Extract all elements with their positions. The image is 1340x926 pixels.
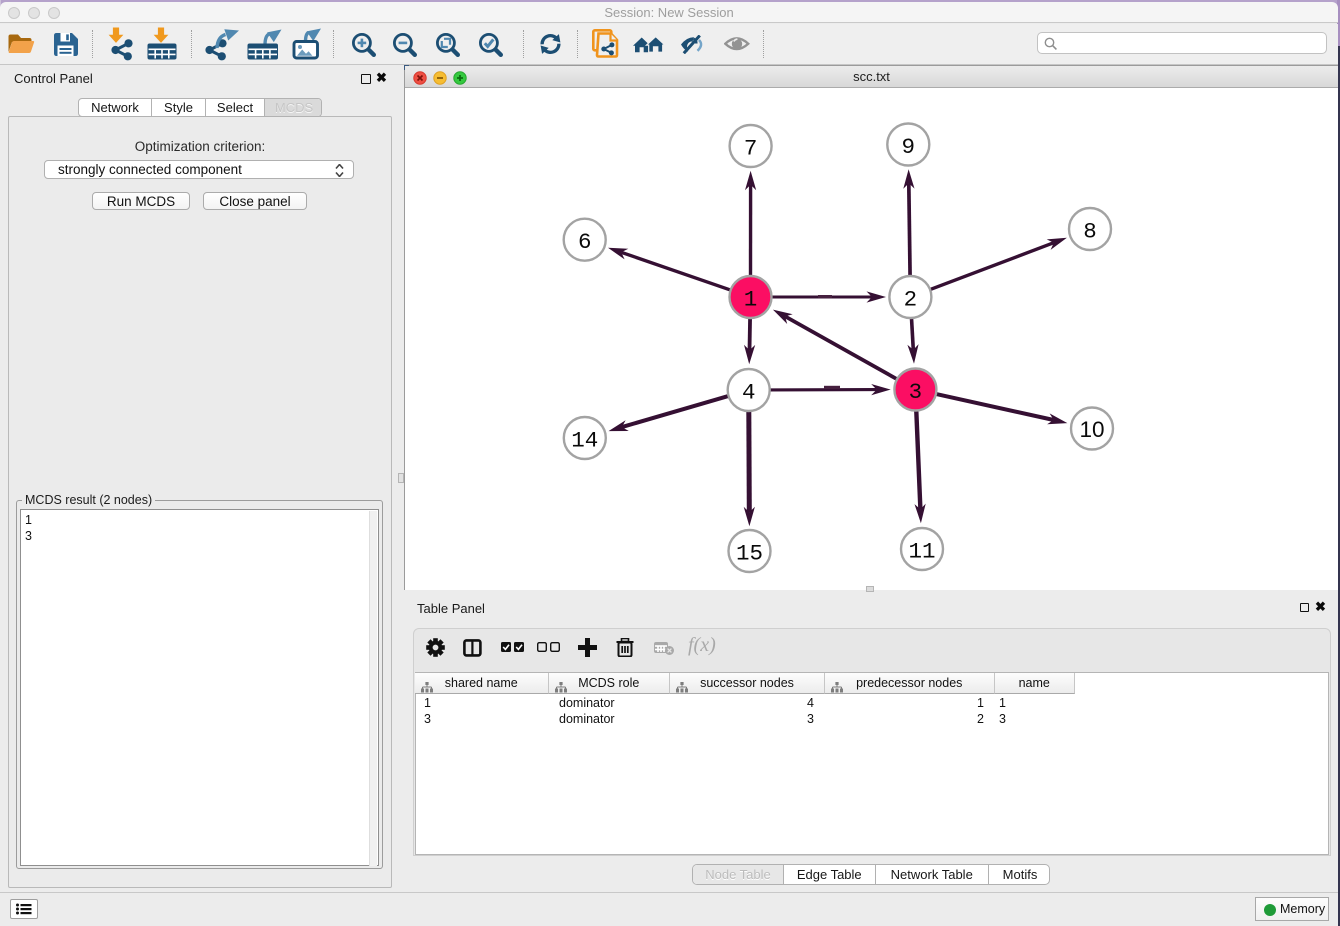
- svg-text:8: 8: [1083, 218, 1097, 244]
- svg-text:9: 9: [902, 134, 916, 160]
- svg-text:11: 11: [908, 538, 935, 564]
- svg-text:2: 2: [904, 286, 918, 312]
- svg-text:4: 4: [742, 379, 756, 405]
- svg-text:3: 3: [909, 379, 923, 405]
- svg-text:10: 10: [1079, 417, 1104, 442]
- svg-text:14: 14: [571, 427, 598, 453]
- svg-text:6: 6: [578, 229, 592, 255]
- svg-text:1: 1: [744, 286, 758, 312]
- svg-text:7: 7: [744, 135, 758, 161]
- svg-text:15: 15: [736, 540, 763, 566]
